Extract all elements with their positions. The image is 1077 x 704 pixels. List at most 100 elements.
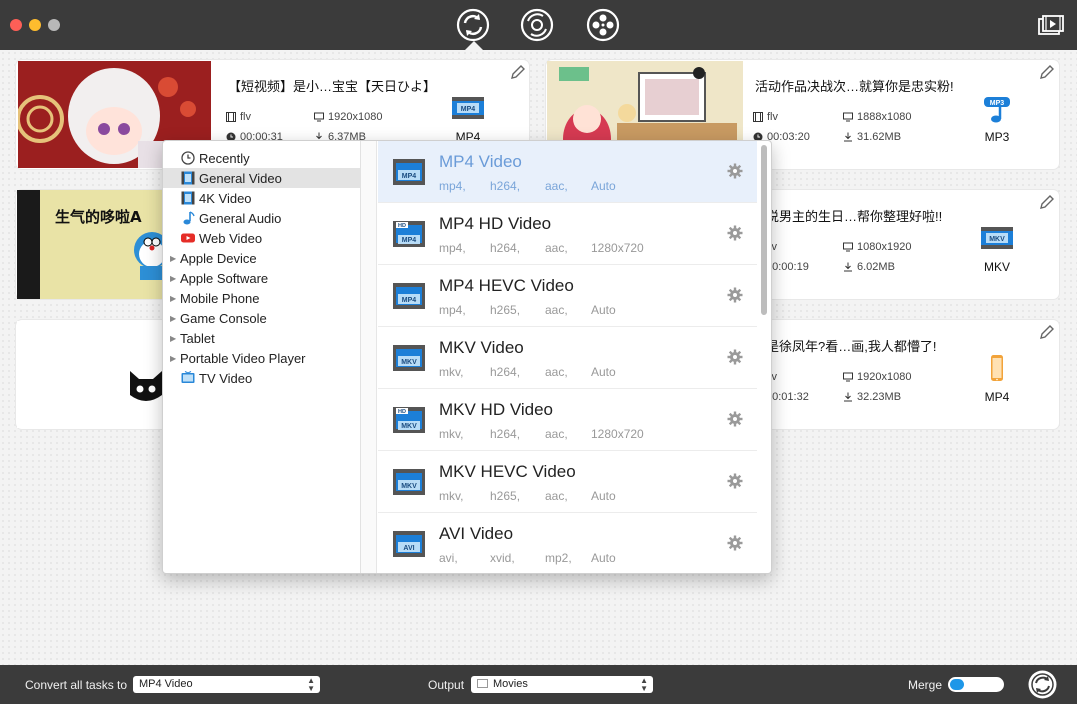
resolution-text: 1920x1080 [328,111,383,123]
music-note-icon [181,211,195,225]
disclosure-triangle-icon[interactable]: ▶ [170,314,177,323]
gear-icon[interactable] [727,535,743,551]
format-option-avi-video[interactable]: AVI AVI Video avi, xvid, mp2, Auto [378,513,757,573]
updown-chevron-icon: ▲ ▼ [307,675,315,693]
category-web-video[interactable]: Web Video [163,228,360,248]
edit-icon[interactable] [1039,64,1055,80]
task-title: 说男主的生日…帮你整理好啦!! [766,209,943,224]
gear-icon[interactable] [727,349,743,365]
format-spec: h264, [490,241,521,255]
target-format-badge[interactable]: MP3 MP3 [979,93,1015,144]
format-option-mkv-video[interactable]: MKV MKV Video mkv, h264, aac, Auto [378,327,757,389]
folder-icon [477,679,488,688]
edit-icon[interactable] [1039,194,1055,210]
format-spec: aac, [545,489,568,503]
convert-tab-icon[interactable] [456,8,490,42]
convert-all-select[interactable]: MP4 Video ▲ ▼ [133,676,320,693]
source-duration: 00:01:32 [766,391,809,403]
download-icon [844,392,852,402]
format-option-mkv-hevc-video[interactable]: MKV MKV HEVC Video mkv, h265, aac, Auto [378,451,757,513]
gear-icon[interactable] [727,473,743,489]
format-spec: Auto [591,179,616,193]
format-spec: mkv, [439,427,464,441]
mp3-format-icon: MP3 [984,97,1010,123]
format-option-mp4-hd-video[interactable]: HD MP4 MP4 HD Video mp4, h264, aac, 1280x720 [378,203,757,265]
disclosure-triangle-icon[interactable]: ▶ [170,334,177,343]
source-size: 32.23MB [843,391,901,403]
category-tablet[interactable]: ▶ Tablet [163,328,360,348]
minimize-window-button[interactable] [29,19,41,31]
format-picker-popup: Recently General Video 4K Video General Aud… [162,140,772,574]
mkv-format-icon: MKV [393,469,425,495]
svg-text:HD: HD [398,409,406,415]
format-option-mkv-hd-video[interactable]: HD MKV MKV HD Video mkv, h264, aac, 1280x720 [378,389,757,451]
merge-toggle[interactable] [948,677,1004,692]
category-general-video[interactable]: General Video [163,168,360,188]
svg-text:MP4: MP4 [461,106,476,113]
category-apple-device[interactable]: ▶ Apple Device [163,248,360,268]
format-spec: Auto [591,489,616,503]
source-size: 6.02MB [843,261,895,273]
format-spec: Auto [591,551,616,565]
mp4-format-icon: MP4 [393,159,425,185]
disclosure-triangle-icon[interactable]: ▶ [170,354,177,363]
mkv-format-icon: MKV [393,345,425,371]
media-browser-icon[interactable] [1037,14,1065,38]
toolbox-tab-icon[interactable] [586,8,620,42]
target-format-badge[interactable]: MP4 [979,353,1015,404]
format-spec: aac, [545,179,568,193]
category-label: Game Console [180,310,267,326]
zoom-window-button[interactable] [48,19,60,31]
source-format: flv [753,111,778,123]
size-text: 31.62MB [857,131,902,143]
mp4-format-icon: MP4 [393,283,425,309]
disclosure-triangle-icon[interactable]: ▶ [170,254,177,263]
category-general-audio[interactable]: General Audio [163,208,360,228]
category-mobile-phone[interactable]: ▶ Mobile Phone [163,288,360,308]
bottom-bar: Convert all tasks to MP4 Video ▲ ▼ Output… [0,665,1077,704]
gear-icon[interactable] [727,225,743,241]
target-format-badge[interactable]: MP4 MP4 [450,93,486,144]
edit-icon[interactable] [510,64,526,80]
rip-tab-icon[interactable] [520,8,554,42]
clock-icon [181,151,195,165]
category-4k-video[interactable]: 4K Video [163,188,360,208]
format-spec: Auto [591,303,616,317]
category-portable-video-player[interactable]: ▶ Portable Video Player [163,348,360,368]
format-spec: avi, [439,551,458,565]
gear-icon[interactable] [727,411,743,427]
task-title: 活动作品决战次…就算你是忠实粉! [755,79,954,94]
target-format-label: MP4 [984,390,1010,404]
gear-icon[interactable] [727,163,743,179]
format-name: MP4 HEVC Video [439,276,574,295]
edit-icon[interactable] [1039,324,1055,340]
download-icon [844,132,852,142]
format-spec: mp4, [439,241,466,255]
close-window-button[interactable] [10,19,22,31]
target-format-badge[interactable]: MKV MKV [979,223,1015,274]
format-option-mp4-video[interactable]: MP4 MP4 Video mp4, h264, aac, Auto [378,141,757,203]
convert-start-icon[interactable] [1028,670,1057,699]
merge-label: Merge [908,678,943,692]
size-text: 32.23MB [857,391,902,403]
category-label: Web Video [199,230,263,246]
category-game-console[interactable]: ▶ Game Console [163,308,360,328]
gear-icon[interactable] [727,287,743,303]
svg-text:AVI: AVI [403,545,414,552]
monitor-icon [843,242,853,252]
target-format-label: MP3 [984,130,1010,144]
category-recently[interactable]: Recently [163,148,360,168]
category-tv-video[interactable]: TV Video [163,368,360,388]
format-list-scrollbar[interactable] [761,145,767,315]
format-option-mp4-hevc-video[interactable]: MP4 MP4 HEVC Video mp4, h265, aac, Auto [378,265,757,327]
svg-text:MKV: MKV [401,423,417,430]
source-format: flv [226,111,251,123]
iphone-device-icon [991,355,1003,381]
disclosure-triangle-icon[interactable]: ▶ [170,274,177,283]
format-spec: xvid, [490,551,515,565]
disclosure-triangle-icon[interactable]: ▶ [170,294,177,303]
format-spec: 1280x720 [591,427,644,441]
output-folder-select[interactable]: Movies ▲ ▼ [471,676,653,693]
category-label: General Audio [199,210,282,226]
category-apple-software[interactable]: ▶ Apple Software [163,268,360,288]
